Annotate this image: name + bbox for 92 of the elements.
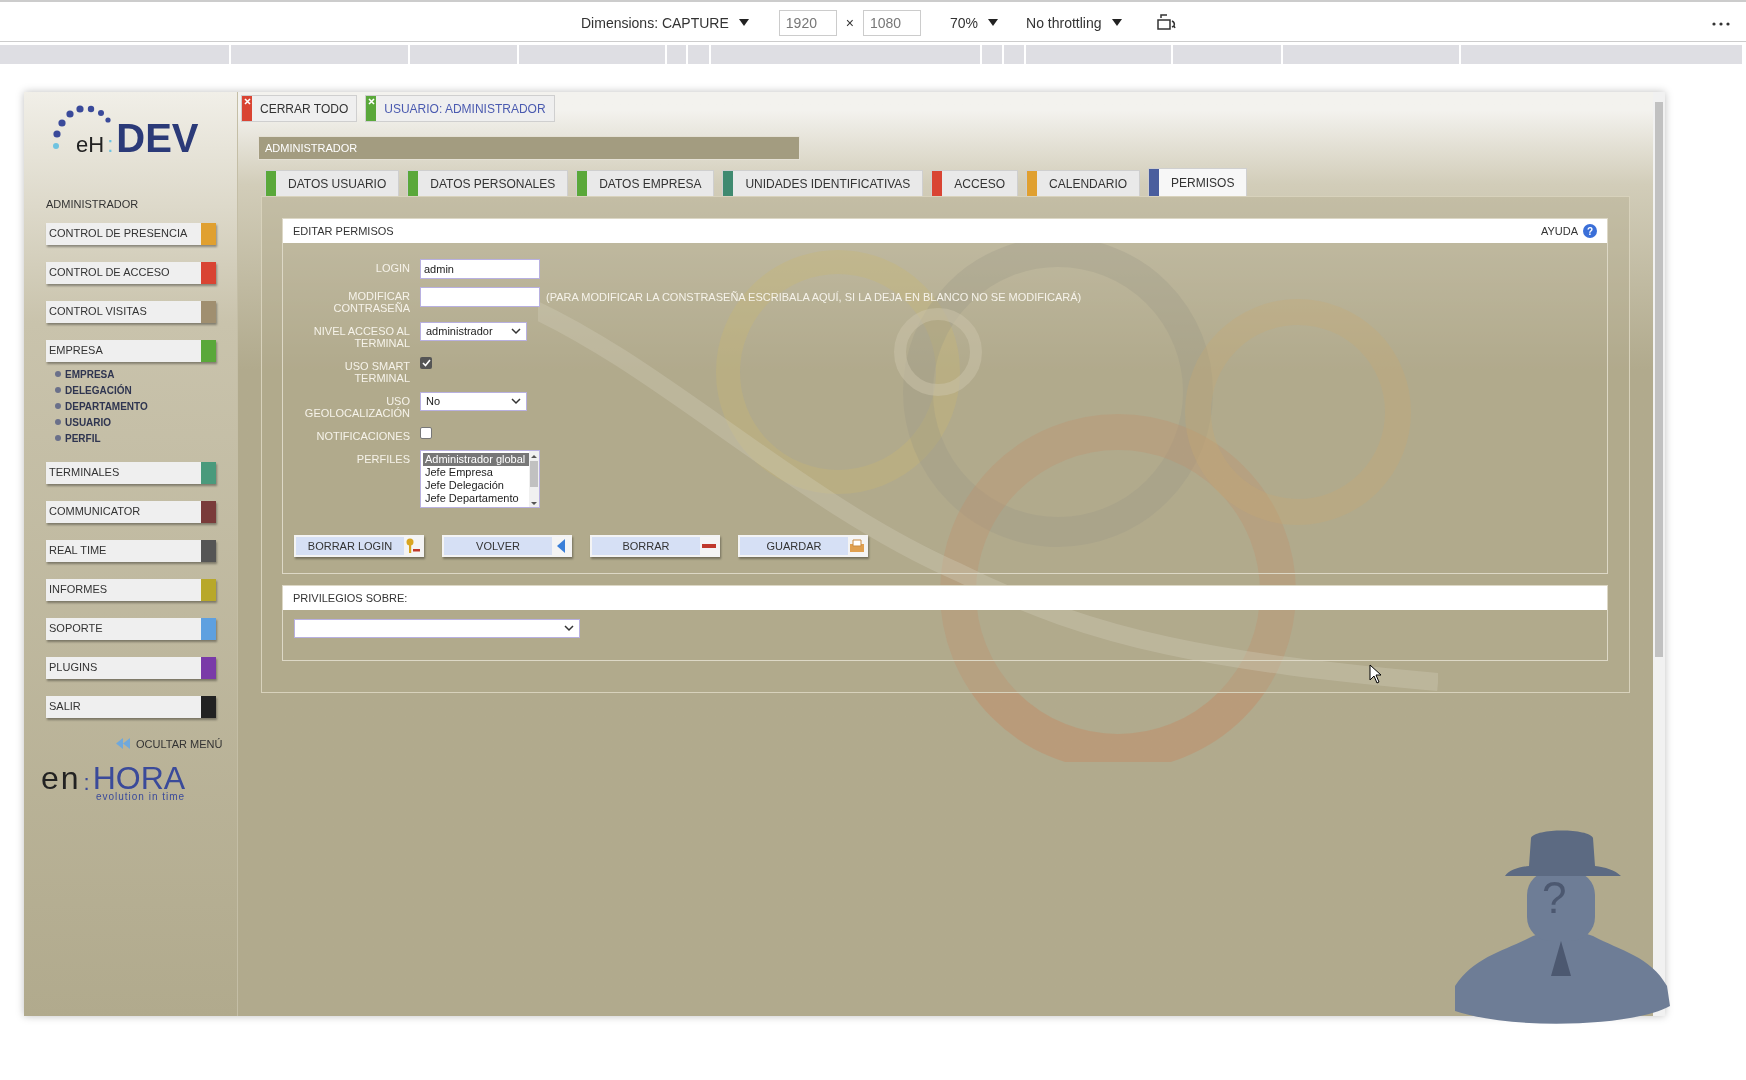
submenu-link[interactable]: DELEGACIÓN xyxy=(55,383,132,397)
brand-left: en xyxy=(41,762,81,794)
tray-icon xyxy=(849,539,865,553)
bullet-icon xyxy=(55,403,61,409)
submenu-link[interactable]: DEPARTAMENTO xyxy=(55,399,148,413)
menu-button[interactable]: SOPORTE xyxy=(46,617,216,640)
rotate-icon[interactable] xyxy=(1155,13,1178,33)
window-tab[interactable]: USUARIO: ADMINISTRADOR xyxy=(365,95,555,122)
menu-button[interactable]: CONTROL DE PRESENCIA xyxy=(46,222,216,245)
hide-menu-link[interactable]: OCULTAR MENÚ xyxy=(116,735,223,752)
brand-separator: : xyxy=(83,772,90,794)
list-option[interactable]: Administrador global xyxy=(423,453,529,466)
select-dropdown[interactable]: No xyxy=(420,392,527,411)
tab[interactable]: UNIDADES IDENTIFICATIVAS xyxy=(722,170,924,196)
section-title: ADMINISTRADOR xyxy=(265,140,358,156)
action-button[interactable]: GUARDAR xyxy=(738,535,868,557)
brand-tagline: evolution in time xyxy=(95,792,186,802)
menu-button[interactable]: COMMUNICATOR xyxy=(46,500,216,523)
action-button[interactable]: BORRAR LOGIN xyxy=(294,535,424,557)
checkmark-icon xyxy=(421,359,431,367)
panel-title: EDITAR PERMISOS xyxy=(293,223,394,239)
field-label: USO SMART TERMINAL xyxy=(343,359,410,384)
password-field[interactable] xyxy=(420,287,540,307)
list-option[interactable]: Jefe Delegación xyxy=(423,479,529,492)
menu-button[interactable]: PLUGINS xyxy=(46,656,216,679)
checkbox[interactable] xyxy=(420,357,432,369)
bullet-icon xyxy=(55,371,61,377)
close-icon xyxy=(367,98,375,105)
tab[interactable]: PERMISOS xyxy=(1148,168,1248,196)
height-field[interactable]: 1080 xyxy=(863,10,921,36)
cursor-icon xyxy=(1369,664,1383,684)
caret-icon xyxy=(738,19,749,27)
close-icon xyxy=(243,98,251,105)
tab[interactable]: DATOS EMPRESA xyxy=(576,170,715,196)
times-sign: × xyxy=(845,13,854,33)
chevron-icon xyxy=(511,398,521,405)
bullet-icon xyxy=(55,419,61,425)
chevron-icon xyxy=(564,625,574,632)
user-name: ADMINISTRADOR xyxy=(46,197,139,212)
field-note: (PARA MODIFICAR LA CONSTRASEÑA ESCRIBALA AQUÍ, SI LA DEJA EN BLANCO NO SE MODIFICARÁ) xyxy=(546,289,1082,305)
submenu-link[interactable]: PERFIL xyxy=(55,431,101,445)
action-button[interactable]: VOLVER xyxy=(442,535,572,557)
menu-button[interactable]: REAL TIME xyxy=(46,539,216,562)
zoom-dropdown[interactable]: 70% xyxy=(950,11,999,35)
menu-button[interactable]: CONTROL VISITAS xyxy=(46,300,216,323)
field-label: LOGIN xyxy=(374,261,410,274)
logo-separator: : xyxy=(107,134,114,156)
scrollbar[interactable] xyxy=(1653,92,1665,1016)
select-dropdown[interactable]: administrador xyxy=(420,322,527,341)
help-link[interactable]: AYUDA ? xyxy=(1540,222,1597,240)
submenu-link[interactable]: USUARIO xyxy=(55,415,112,429)
key-icon xyxy=(405,538,421,554)
action-button[interactable]: BORRAR xyxy=(590,535,720,557)
double-arrow-icon xyxy=(116,738,130,750)
login-field[interactable]: admin xyxy=(420,259,540,279)
list-option[interactable]: Jefe Departamento xyxy=(423,492,529,505)
more-icon[interactable] xyxy=(1712,22,1730,26)
left-triangle-icon xyxy=(556,539,566,553)
field-label: NIVEL ACCESO AL TERMINAL xyxy=(312,324,410,349)
field-label: MODIFICAR CONTRASEÑA xyxy=(332,289,410,314)
caret-icon xyxy=(988,19,999,27)
menu-button[interactable]: TERMINALES xyxy=(46,461,216,484)
list-option[interactable]: Jefe Empresa xyxy=(423,466,529,479)
window-tab[interactable]: CERRAR TODO xyxy=(241,95,358,122)
panel-title: PRIVILEGIOS SOBRE: xyxy=(293,590,408,606)
checkbox[interactable] xyxy=(420,427,432,439)
scrollbar-icon[interactable] xyxy=(529,451,539,507)
width-field[interactable]: 1920 xyxy=(778,10,837,36)
menu-button[interactable]: INFORMES xyxy=(46,578,216,601)
menu-button[interactable]: SALIR xyxy=(46,695,216,718)
tab[interactable]: ACCESO xyxy=(931,170,1019,196)
field-label: NOTIFICACIONES xyxy=(315,429,410,442)
logo-prefix: eH xyxy=(76,134,105,156)
help-icon: ? xyxy=(1583,224,1597,238)
tab[interactable]: DATOS USUARIO xyxy=(265,170,400,196)
tab[interactable]: DATOS PERSONALES xyxy=(407,170,569,196)
bullet-icon xyxy=(55,387,61,393)
field-label: USO GEOLOCALIZACIÓN xyxy=(303,394,410,419)
logo-name: DEV xyxy=(116,118,199,158)
field-label: PERFILES xyxy=(355,452,410,465)
question-mark: ? xyxy=(1542,876,1567,920)
throttling-dropdown[interactable]: No throttling xyxy=(1026,11,1122,35)
dimensions-dropdown[interactable]: Dimensions: CAPTURE xyxy=(581,11,749,35)
menu-button[interactable]: EMPRESA xyxy=(46,339,216,362)
chevron-icon xyxy=(511,328,521,335)
menu-button[interactable]: CONTROL DE ACCESO xyxy=(46,261,216,284)
caret-icon xyxy=(1111,19,1122,27)
tab[interactable]: CALENDARIO xyxy=(1026,170,1141,196)
bullet-icon xyxy=(55,435,61,441)
profile-listbox[interactable]: Administrador global Jefe Empresa Jefe Delegación Jefe Departamento xyxy=(420,450,540,508)
minus-icon xyxy=(702,544,716,548)
submenu-link[interactable]: EMPRESA xyxy=(55,367,115,381)
